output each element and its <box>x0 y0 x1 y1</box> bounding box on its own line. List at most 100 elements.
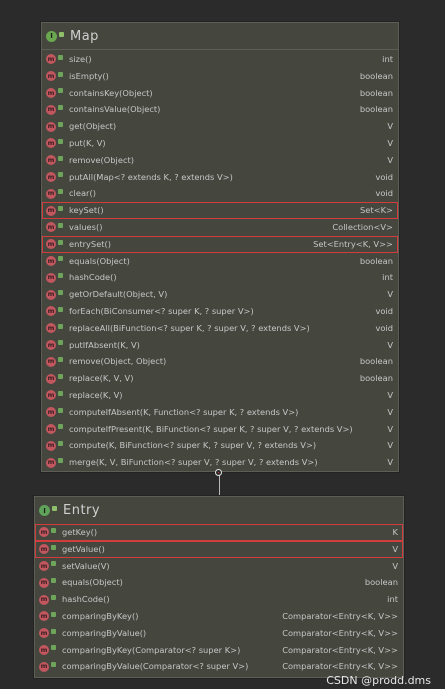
method-row[interactable]: m compute(K, BiFunction<? super K, ? supe… <box>42 437 398 454</box>
method-signature: values() <box>69 221 103 232</box>
public-visibility-icon <box>58 390 63 396</box>
method-signature: containsKey(Object) <box>69 87 153 98</box>
method-return-type: V <box>387 121 393 132</box>
method-row[interactable]: m comparingByValue(Comparator<? super V>)… <box>35 658 403 675</box>
method-row[interactable]: m setValue(V) V <box>35 558 403 575</box>
method-icon: m <box>46 423 56 434</box>
method-return-type: Set<Entry<K, V>> <box>313 238 393 249</box>
method-icon: m <box>39 644 49 655</box>
method-row[interactable]: m remove(Object) V <box>42 152 398 169</box>
method-row[interactable]: m replace(K, V, V) boolean <box>42 370 398 387</box>
method-return-type: boolean <box>364 577 398 588</box>
public-visibility-icon <box>58 357 63 363</box>
method-icon: m <box>46 222 56 233</box>
public-visibility-icon <box>58 138 63 144</box>
public-visibility-icon <box>58 172 63 178</box>
public-visibility-icon <box>51 645 56 651</box>
method-row[interactable]: m clear() void <box>42 185 398 202</box>
method-signature: size() <box>69 54 92 64</box>
method-row[interactable]: m values() Collection<V> <box>42 219 398 236</box>
method-icon: m <box>46 155 56 166</box>
method-signature: containsValue(Object) <box>69 104 161 115</box>
public-visibility-icon <box>58 88 63 94</box>
method-row[interactable]: m comparingByKey() Comparator<Entry<K, V>> <box>35 608 403 625</box>
method-signature: keySet() <box>69 205 104 216</box>
method-icon: m <box>46 306 56 317</box>
interface-icon: I <box>39 505 50 516</box>
public-visibility-icon <box>58 407 63 413</box>
method-row[interactable]: m remove(Object, Object) boolean <box>42 353 398 370</box>
method-row[interactable]: m get(Object) V <box>42 118 398 135</box>
method-signature: comparingByKey(Comparator<? super K>) <box>62 644 241 655</box>
method-signature: forEach(BiConsumer<? super K, ? super V>… <box>69 305 254 316</box>
method-icon: m <box>46 356 56 367</box>
method-row[interactable]: m containsKey(Object) boolean <box>42 85 398 102</box>
method-signature: putAll(Map<? extends K, ? extends V>) <box>69 171 233 182</box>
method-row[interactable]: m hashCode() int <box>42 269 398 286</box>
method-icon: m <box>46 457 56 468</box>
map-header: I Map <box>42 23 398 50</box>
method-signature: getOrDefault(Object, V) <box>69 289 168 300</box>
method-icon: m <box>39 628 49 639</box>
method-icon: m <box>46 440 56 451</box>
method-icon: m <box>39 661 49 672</box>
method-row[interactable]: m hashCode() int <box>35 591 403 608</box>
method-icon: m <box>46 188 56 199</box>
method-row[interactable]: m replace(K, V) V <box>42 387 398 404</box>
method-return-type: V <box>392 560 398 571</box>
method-row[interactable]: m keySet() Set<K> <box>42 202 398 219</box>
method-row[interactable]: m isEmpty() boolean <box>42 68 398 85</box>
method-row[interactable]: m putIfAbsent(K, V) V <box>42 337 398 354</box>
method-row[interactable]: m comparingByValue() Comparator<Entry<K, V… <box>35 625 403 642</box>
map-title: Map <box>70 28 99 44</box>
method-return-type: V <box>387 457 393 468</box>
entry-interface-node[interactable]: I Entry m getKey() Km getValue() Vm setValue(… <box>34 496 404 678</box>
method-icon: m <box>39 527 49 538</box>
method-return-type: boolean <box>359 255 393 266</box>
method-icon: m <box>46 138 56 149</box>
method-row[interactable]: m entrySet() Set<Entry<K, V>> <box>42 235 398 253</box>
method-row[interactable]: m getOrDefault(Object, V) V <box>42 286 398 303</box>
method-row[interactable]: m equals(Object) boolean <box>42 253 398 270</box>
method-row[interactable]: m containsValue(Object) boolean <box>42 101 398 118</box>
public-visibility-icon <box>51 527 56 533</box>
method-signature: replace(K, V, V) <box>69 373 134 384</box>
method-signature: comparingByValue(Comparator<? super V>) <box>62 661 249 672</box>
method-signature: entrySet() <box>69 238 112 249</box>
method-signature: comparingByValue() <box>62 627 147 638</box>
method-return-type: void <box>375 322 393 333</box>
public-visibility-icon <box>51 561 56 567</box>
public-visibility-icon <box>58 71 63 77</box>
method-signature: put(K, V) <box>69 137 106 148</box>
method-return-type: int <box>382 54 393 64</box>
method-return-type: V <box>387 423 393 434</box>
method-row[interactable]: m forEach(BiConsumer<? super K, ? super V… <box>42 303 398 320</box>
method-return-type: V <box>387 440 393 451</box>
method-icon: m <box>46 205 56 216</box>
public-visibility-icon <box>58 122 63 128</box>
method-signature: setValue(V) <box>62 560 110 571</box>
method-row[interactable]: m getKey() K <box>35 524 403 541</box>
method-row[interactable]: m size() int <box>42 51 398 68</box>
method-row[interactable]: m getValue() V <box>35 540 403 558</box>
method-signature: remove(Object) <box>69 154 135 165</box>
method-row[interactable]: m computeIfPresent(K, BiFunction<? super … <box>42 421 398 438</box>
method-row[interactable]: m computeIfAbsent(K, Function<? super K, … <box>42 404 398 421</box>
method-row[interactable]: m equals(Object) boolean <box>35 574 403 591</box>
method-return-type: void <box>375 188 393 199</box>
method-icon: m <box>46 407 56 418</box>
method-return-type: boolean <box>359 104 393 115</box>
method-row[interactable]: m put(K, V) V <box>42 135 398 152</box>
method-return-type: boolean <box>359 70 393 81</box>
map-interface-node[interactable]: I Map m size() int m isEmpty() boolean m contai… <box>41 22 399 472</box>
method-signature: getKey() <box>62 527 98 537</box>
method-row[interactable]: m comparingByKey(Comparator<? super K>) Co… <box>35 642 403 659</box>
entry-method-list: m getKey() Km getValue() Vm setValue(V) Vm equa… <box>35 524 403 675</box>
method-return-type: int <box>387 594 398 605</box>
method-signature: hashCode() <box>69 272 117 283</box>
method-row[interactable]: m replaceAll(BiFunction<? super K, ? supe… <box>42 320 398 337</box>
method-return-type: Collection<V> <box>332 221 393 232</box>
method-row[interactable]: m putAll(Map<? extends K, ? extends V>) vo… <box>42 169 398 186</box>
method-icon: m <box>46 71 56 82</box>
method-return-type: void <box>375 305 393 316</box>
